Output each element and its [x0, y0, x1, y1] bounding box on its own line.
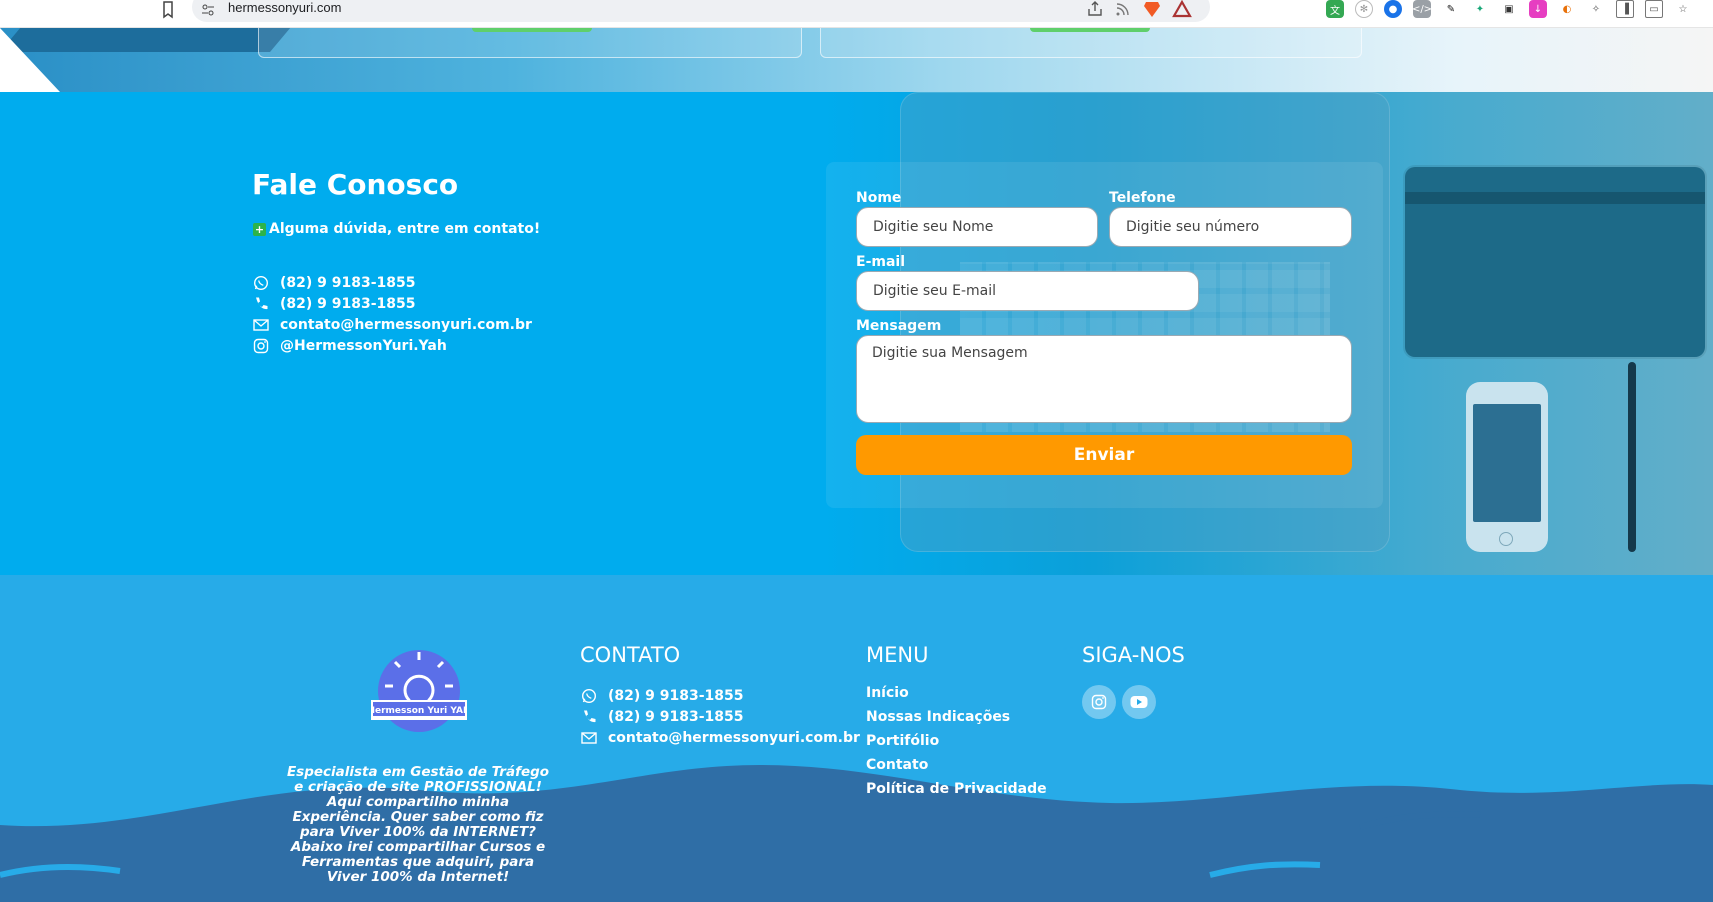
pen-image: [1628, 362, 1636, 552]
name-field[interactable]: Digitie seu Nome: [856, 207, 1098, 247]
contact-item-text: @HermessonYuri.Yah: [280, 337, 447, 354]
footer-contact-list: (82) 9 9183-1855 (82) 9 9183-1855 contat…: [580, 685, 860, 748]
about-text: Especialista em Gestão de Tráfego e cria…: [286, 764, 550, 885]
phone-button: [1499, 532, 1513, 546]
notebook-band: [1405, 192, 1705, 204]
youtube-button[interactable]: [1122, 685, 1156, 719]
contact-item-phone[interactable]: (82) 9 9183-1855: [252, 293, 532, 314]
message-field[interactable]: Digitie sua Mensagem: [856, 335, 1352, 423]
whatsapp-icon: [252, 274, 270, 292]
wallet-icon[interactable]: ▭: [1645, 0, 1663, 18]
bookmark-icon[interactable]: [158, 0, 178, 20]
phone-screen: [1473, 404, 1541, 522]
contact-title: Fale Conosco: [252, 168, 459, 201]
social-links: [1082, 685, 1156, 719]
puzzle-icon[interactable]: ✧: [1587, 0, 1605, 18]
share-icon[interactable]: [1086, 0, 1104, 18]
logo: Hermesson Yuri YAH: [371, 650, 467, 732]
mail-icon: [252, 316, 270, 334]
color-icon[interactable]: ◐: [1558, 0, 1576, 18]
site-settings-icon[interactable]: [200, 2, 216, 18]
footer-contact-text: (82) 9 9183-1855: [608, 687, 744, 704]
sidebar-icon[interactable]: ▐: [1616, 0, 1634, 18]
menu-heading: MENU: [866, 643, 929, 667]
phone-icon: [580, 708, 598, 726]
address-bar[interactable]: [192, 0, 1210, 22]
youtube-icon: [1130, 696, 1148, 708]
footer-contact-phone[interactable]: (82) 9 9183-1855: [580, 706, 860, 727]
menu-item-contato[interactable]: Contato: [866, 757, 1047, 781]
contact-list: (82) 9 9183-1855 (82) 9 9183-1855 contat…: [252, 272, 532, 356]
instagram-button[interactable]: [1082, 685, 1116, 719]
footer-menu: Início Nossas Indicações Portifólio Cont…: [866, 685, 1047, 805]
contact-item-text: (82) 9 9183-1855: [280, 274, 416, 291]
email-label: E-mail: [856, 254, 906, 270]
footer-contact-whatsapp[interactable]: (82) 9 9183-1855: [580, 685, 860, 706]
logo-text: Hermesson Yuri YAH: [371, 706, 467, 716]
card-button[interactable]: [1030, 28, 1150, 32]
plus-icon: +: [253, 223, 266, 236]
translate-icon[interactable]: 文: [1326, 0, 1344, 18]
url-text[interactable]: hermessonyuri.com: [228, 0, 341, 15]
code-icon[interactable]: </>: [1412, 0, 1432, 18]
decorative-corner: [0, 28, 60, 92]
whatsapp-icon: [580, 687, 598, 705]
browser-toolbar: hermessonyuri.com 文 ✻ ● </> ✎ ✦ ▣ ↓ ◐ ✧ …: [0, 0, 1713, 28]
contact-item-text: contato@hermessonyuri.com.br: [280, 316, 532, 333]
card-button[interactable]: [472, 28, 592, 32]
phone-label: Telefone: [1109, 190, 1176, 206]
menu-item-indicacoes[interactable]: Nossas Indicações: [866, 709, 1047, 733]
mail-icon: [580, 729, 598, 747]
footer: Hermesson Yuri YAH Especialista em Gestã…: [0, 575, 1713, 902]
contact-item-text: (82) 9 9183-1855: [280, 295, 416, 312]
phone-field[interactable]: Digitie seu número: [1109, 207, 1352, 247]
printer-icon[interactable]: ▣: [1500, 0, 1518, 18]
contact-section: Fale Conosco + Alguma dúvida, entre em co…: [0, 92, 1713, 575]
name-label: Nome: [856, 190, 902, 206]
instagram-icon: [1091, 694, 1107, 710]
eyedropper-icon[interactable]: ✎: [1442, 0, 1460, 18]
blue-circle-icon[interactable]: ●: [1384, 0, 1402, 18]
rss-icon[interactable]: [1114, 0, 1132, 18]
footer-contact-email[interactable]: contato@hermessonyuri.com.br: [580, 727, 860, 748]
star-icon[interactable]: ☆: [1674, 0, 1692, 18]
contact-subtitle: + Alguma dúvida, entre em contato!: [253, 221, 540, 237]
social-heading: SIGA-NOS: [1082, 643, 1185, 667]
contact-item-whatsapp[interactable]: (82) 9 9183-1855: [252, 272, 532, 293]
menu-item-privacidade[interactable]: Política de Privacidade: [866, 781, 1047, 805]
message-label: Mensagem: [856, 318, 942, 334]
contato-heading: CONTATO: [580, 643, 681, 667]
contact-item-instagram[interactable]: @HermessonYuri.Yah: [252, 335, 532, 356]
download-icon[interactable]: ↓: [1529, 0, 1547, 18]
submit-button[interactable]: Enviar: [856, 435, 1352, 475]
previous-section: [0, 28, 1713, 92]
menu-item-portifolio[interactable]: Portifólio: [866, 733, 1047, 757]
card: [258, 28, 802, 58]
footer-contact-text: contato@hermessonyuri.com.br: [608, 729, 860, 746]
instagram-icon: [252, 337, 270, 355]
card: [820, 28, 1362, 58]
contact-subtitle-text: Alguma dúvida, entre em contato!: [269, 221, 541, 237]
email-field[interactable]: Digitie seu E-mail: [856, 271, 1199, 311]
brave-rewards-icon[interactable]: [1172, 0, 1192, 18]
green-pin-icon[interactable]: ✦: [1471, 0, 1489, 18]
footer-contact-text: (82) 9 9183-1855: [608, 708, 744, 725]
menu-item-inicio[interactable]: Início: [866, 685, 1047, 709]
openai-icon[interactable]: ✻: [1355, 0, 1373, 18]
contact-item-email[interactable]: contato@hermessonyuri.com.br: [252, 314, 532, 335]
brave-shield-icon[interactable]: [1142, 0, 1162, 18]
phone-icon: [252, 295, 270, 313]
